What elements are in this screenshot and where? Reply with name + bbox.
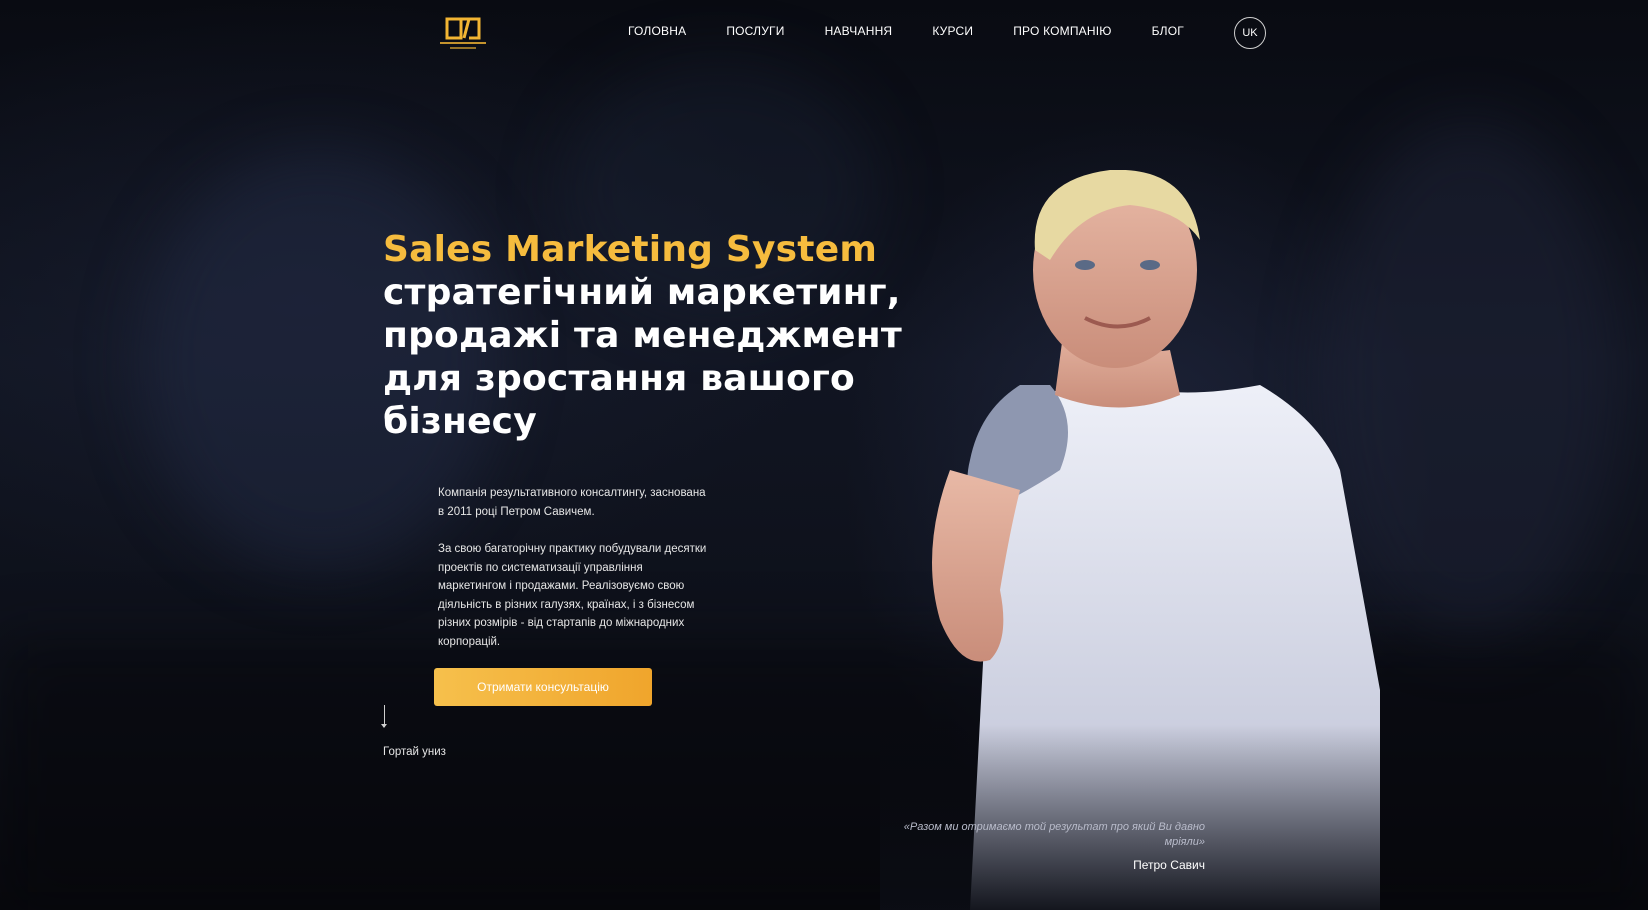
nav-item-courses[interactable]: КУРСИ [932,24,973,44]
founder-quote: «Разом ми отримаємо той результат про як… [903,821,1205,848]
founder-portrait [880,170,1380,910]
scroll-down-arrow-icon[interactable] [381,705,387,728]
nav-item-about[interactable]: ПРО КОМПАНІЮ [1013,24,1111,44]
logo-mark-icon [440,17,486,49]
hero-subtitle: стратегічний маркетинг, продажі та менед… [383,272,902,442]
scroll-down-label[interactable]: Гортай униз [383,746,446,758]
nav-item-services[interactable]: ПОСЛУГИ [726,24,784,44]
nav-item-training[interactable]: НАВЧАННЯ [825,24,893,44]
background-shade [0,640,1648,910]
language-switcher[interactable]: UK [1234,17,1266,49]
hero-description: За свою багаторічну практику побудували … [438,543,707,648]
nav-item-home[interactable]: ГОЛОВНА [628,24,686,44]
main-nav: ГОЛОВНА ПОСЛУГИ НАВЧАННЯ КУРСИ ПРО КОМПА… [628,24,1224,44]
hero-page: ГОЛОВНА ПОСЛУГИ НАВЧАННЯ КУРСИ ПРО КОМПА… [0,0,1648,910]
hero-brand: Sales Marketing System [383,229,878,270]
get-consultation-button[interactable]: Отримати консультацію [434,668,652,706]
quote-author: Петро Савич [1133,858,1205,872]
company-logo[interactable] [438,16,488,52]
hero-title: Sales Marketing System стратегічний марк… [383,228,903,443]
nav-item-blog[interactable]: БЛОГ [1152,24,1184,44]
hero-intro: Компанія результативного консалтингу, за… [438,487,706,518]
